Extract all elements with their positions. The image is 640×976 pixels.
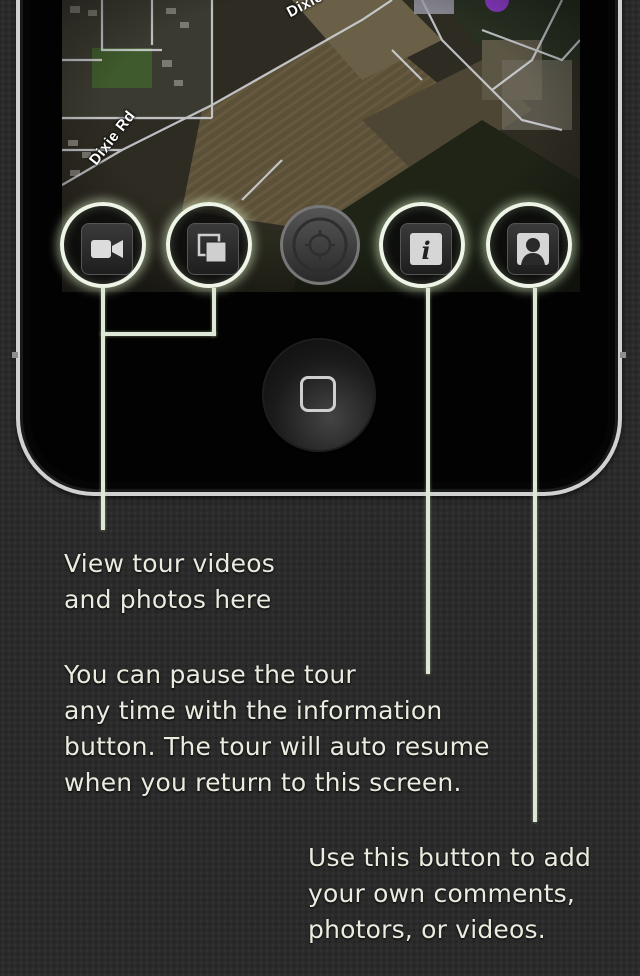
callout-info: You can pause the tour any time with the… [64,657,490,801]
callout-contribute: Use this button to add your own comments… [308,840,591,948]
video-button[interactable] [60,202,146,288]
callout-info-line: when you return to this screen. [64,768,462,797]
callout-media: View tour videos and photos here [64,546,275,618]
crosshair-icon [292,217,348,273]
callout-media-line: View tour videos [64,549,275,578]
photos-button-face [187,223,239,275]
profile-button-face [507,223,559,275]
connector-media-horizontal [101,332,216,336]
callout-info-line: You can pause the tour [64,660,356,689]
callout-info-line: any time with the information [64,696,443,725]
callout-contribute-line: photors, or videos. [308,915,546,944]
photo-stack-icon [197,233,227,263]
info-button[interactable]: i [379,202,465,288]
connector-info [426,288,430,674]
connector-photos-vertical [212,288,216,336]
callout-media-line: and photos here [64,585,272,614]
callout-contribute-line: Use this button to add [308,843,592,872]
info-button-face: i [400,223,452,275]
connector-media-vertical [101,288,105,530]
connector-profile [533,288,537,822]
callout-contribute-line: your own comments, [308,879,576,908]
video-button-face [81,223,133,275]
locate-button[interactable] [280,205,360,285]
side-notch-right [620,352,626,358]
svg-text:i: i [421,236,430,265]
home-button[interactable] [262,338,376,452]
person-icon [517,233,549,265]
video-camera-icon [91,240,123,258]
home-square-icon [300,376,336,412]
profile-button[interactable] [486,202,572,288]
side-notch-left [12,352,18,358]
photos-button[interactable] [166,202,252,288]
callout-info-line: button. The tour will auto resume [64,732,490,761]
info-icon: i [410,233,442,265]
